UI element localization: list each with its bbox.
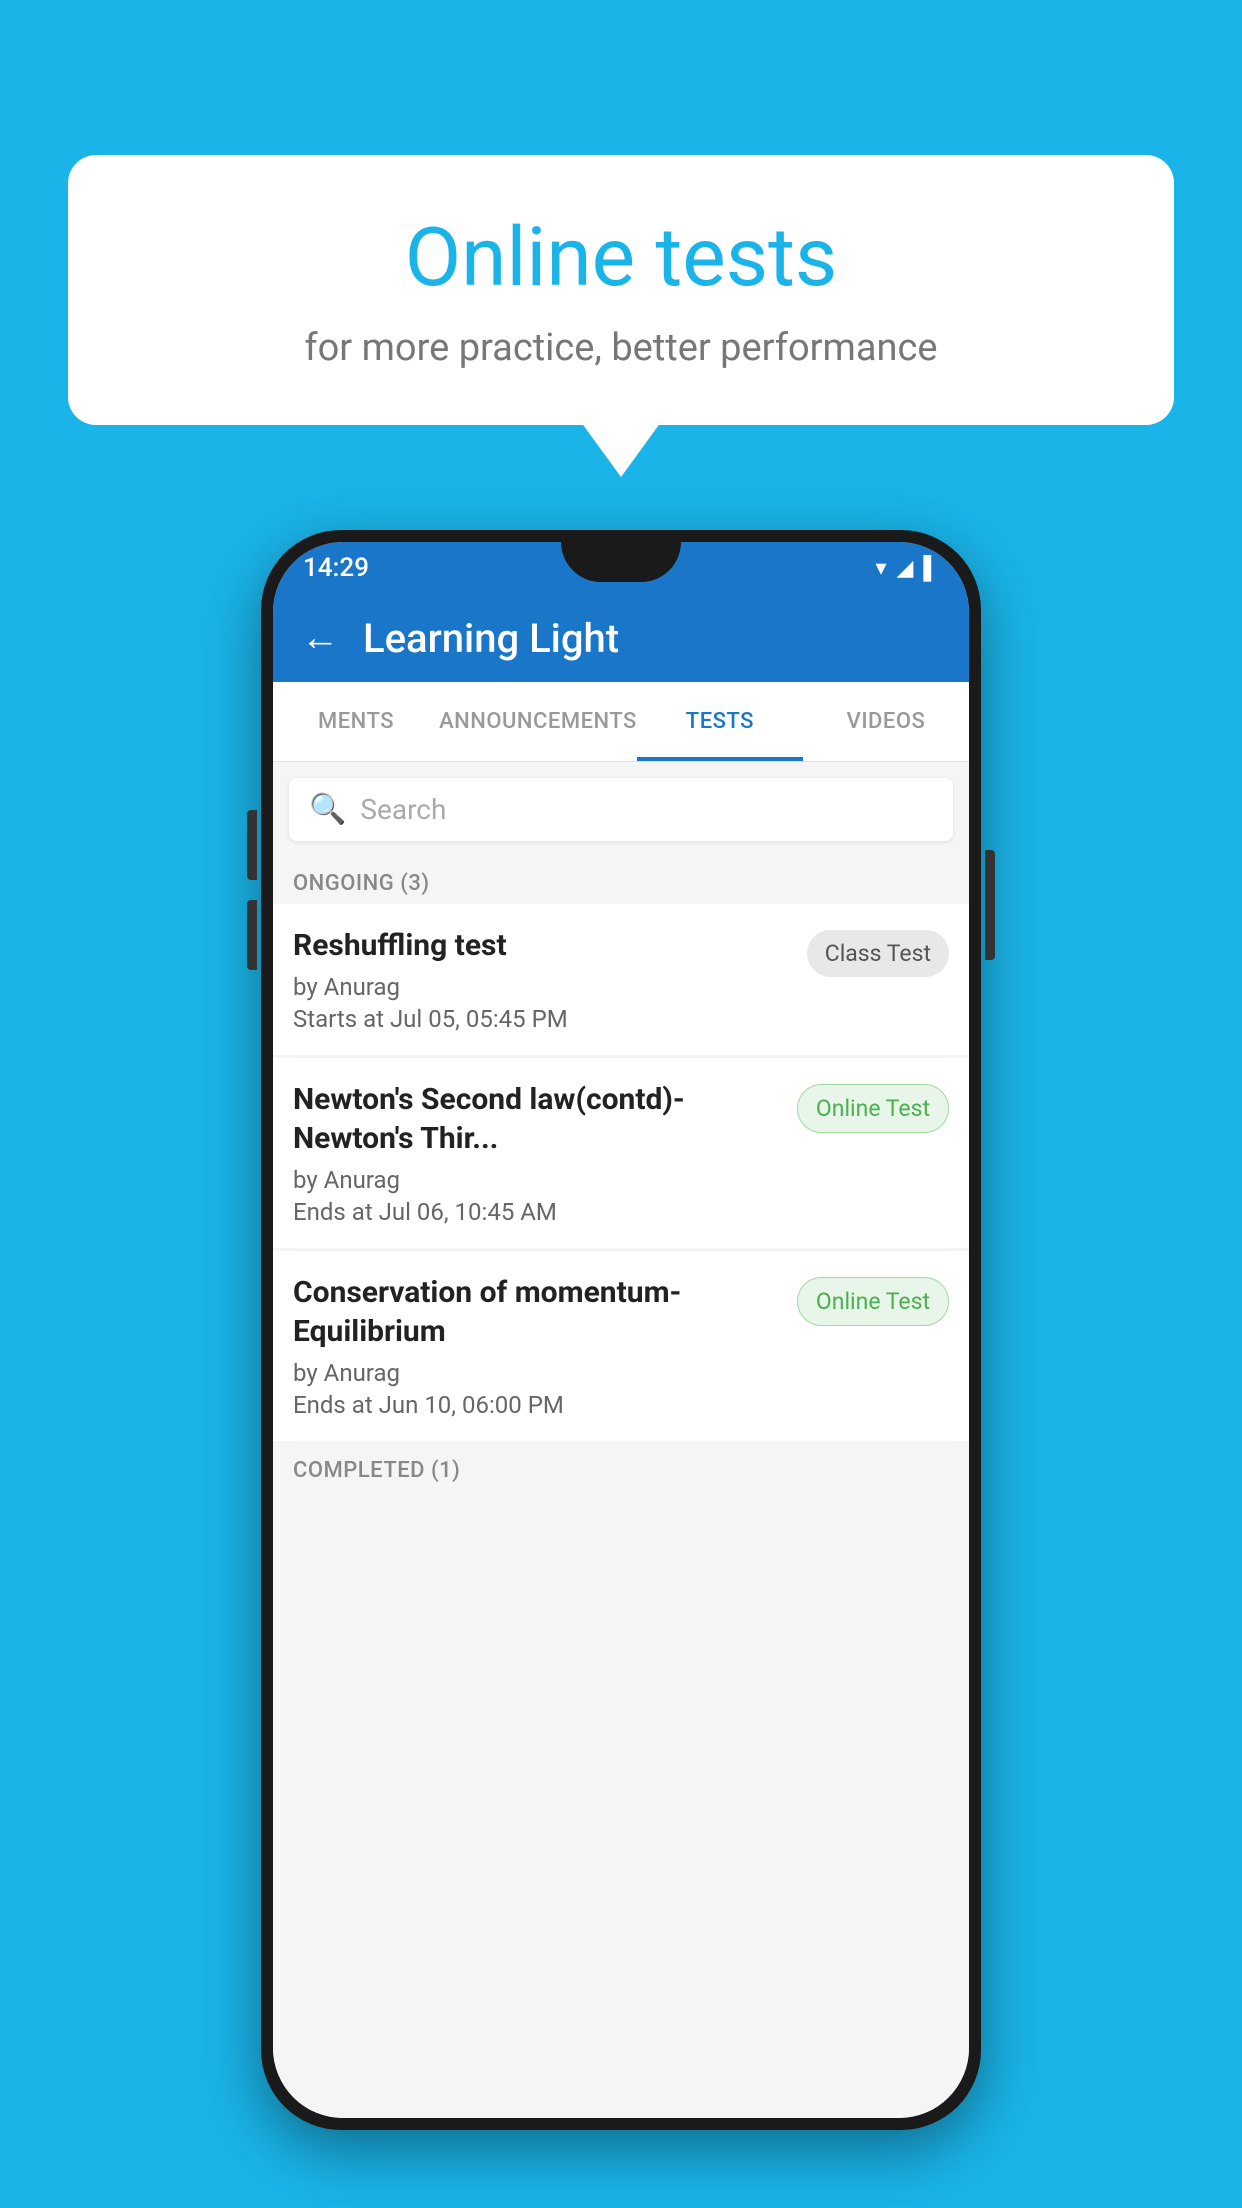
phone-volume-down-button [247,900,257,970]
content-area: 🔍 Search ONGOING (3) Reshuffling test by… [273,762,969,2118]
test-name-reshuffling: Reshuffling test [293,926,787,965]
test-time-newtons: Ends at Jul 06, 10:45 AM [293,1198,777,1226]
test-info-newtons: Newton's Second law(contd)-Newton's Thir… [293,1080,797,1226]
bubble-subtitle: for more practice, better performance [128,326,1114,370]
test-item-reshuffling[interactable]: Reshuffling test by Anurag Starts at Jul… [273,904,969,1055]
section-ongoing-label: ONGOING (3) [273,857,969,904]
test-time-conservation: Ends at Jun 10, 06:00 PM [293,1391,777,1419]
signal-icon: ◢ [896,556,913,581]
tabs-bar: MENTS ANNOUNCEMENTS TESTS VIDEOS [273,682,969,762]
test-badge-conservation: Online Test [797,1277,949,1326]
test-badge-reshuffling: Class Test [807,930,949,977]
back-button[interactable]: ← [301,616,339,660]
phone-screen: 14:29 ▾ ◢ ▌ ← Learning Light MENTS ANNOU… [273,542,969,2118]
search-bar[interactable]: 🔍 Search [289,778,953,841]
app-bar: ← Learning Light [273,594,969,682]
test-name-newtons: Newton's Second law(contd)-Newton's Thir… [293,1080,777,1158]
status-time: 14:29 [303,553,369,583]
test-name-conservation: Conservation of momentum-Equilibrium [293,1273,777,1351]
phone-volume-up-button [247,810,257,880]
test-badge-newtons: Online Test [797,1084,949,1133]
test-by-conservation: by Anurag [293,1359,777,1387]
test-by-newtons: by Anurag [293,1166,777,1194]
test-info-conservation: Conservation of momentum-Equilibrium by … [293,1273,797,1419]
tab-videos[interactable]: VIDEOS [803,682,969,761]
test-info-reshuffling: Reshuffling test by Anurag Starts at Jul… [293,926,807,1033]
app-bar-title: Learning Light [363,615,619,662]
phone-frame: 14:29 ▾ ◢ ▌ ← Learning Light MENTS ANNOU… [261,530,981,2130]
test-by-reshuffling: by Anurag [293,973,787,1001]
status-icons: ▾ ◢ ▌ [875,555,939,581]
search-icon: 🔍 [309,792,346,827]
battery-icon: ▌ [923,555,939,581]
wifi-icon: ▾ [875,556,886,581]
tab-tests[interactable]: TESTS [637,682,803,761]
tab-ments[interactable]: MENTS [273,682,439,761]
test-item-newtons[interactable]: Newton's Second law(contd)-Newton's Thir… [273,1058,969,1248]
search-input[interactable]: Search [360,793,446,826]
bubble-title: Online tests [128,210,1114,306]
phone-power-button [985,850,995,960]
test-time-reshuffling: Starts at Jul 05, 05:45 PM [293,1005,787,1033]
speech-bubble: Online tests for more practice, better p… [68,155,1174,425]
tab-announcements[interactable]: ANNOUNCEMENTS [439,682,637,761]
section-completed-label: COMPLETED (1) [273,1444,969,1491]
test-item-conservation[interactable]: Conservation of momentum-Equilibrium by … [273,1251,969,1441]
